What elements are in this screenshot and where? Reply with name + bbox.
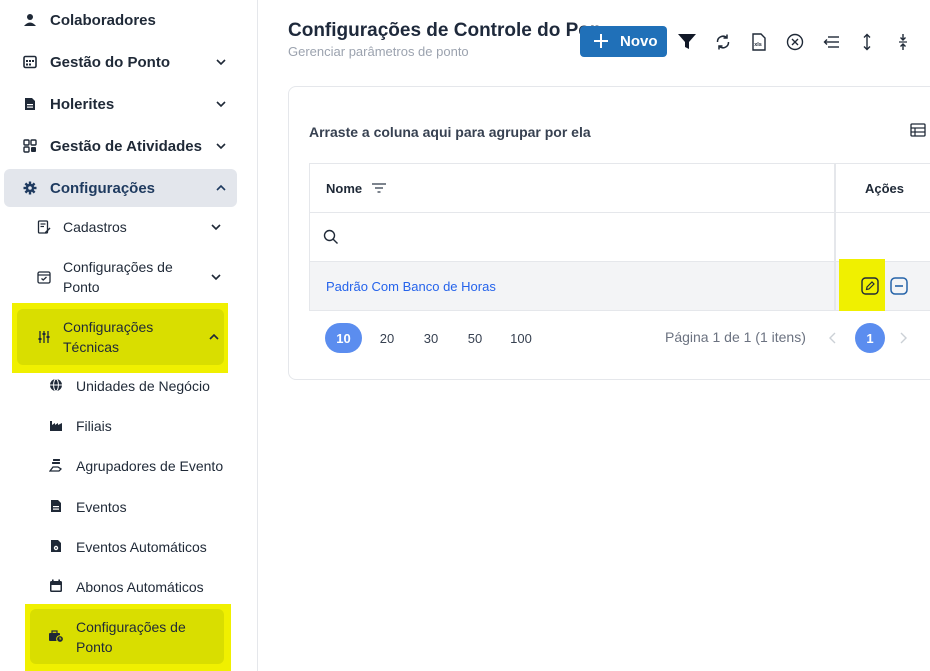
prev-page-icon[interactable] <box>818 323 848 353</box>
page-size-30[interactable]: 30 <box>416 323 446 353</box>
export-xls-icon[interactable]: xls <box>749 32 769 52</box>
nav-unidades-negocio[interactable]: Unidades de Negócio <box>30 374 226 398</box>
page-title: Configurações de Controle do Pon <box>288 20 602 41</box>
document-icon <box>22 96 38 112</box>
chevron-up-icon <box>216 184 226 191</box>
clear-circle-icon[interactable] <box>785 32 805 52</box>
plus-icon <box>594 34 608 48</box>
nav-label: Cadastros <box>63 219 127 235</box>
chevron-down-icon <box>211 224 221 231</box>
edit-document-icon <box>36 219 52 235</box>
nav-label: Gestão de Atividades <box>50 137 202 155</box>
nav-label-line2: Ponto <box>76 639 113 655</box>
nav-cadastros[interactable]: Cadastros <box>14 208 232 246</box>
globe-icon <box>48 377 64 393</box>
nav-label: Holerites <box>50 95 115 113</box>
remove-icon[interactable] <box>889 276 909 296</box>
calendar-grid-icon <box>22 54 38 70</box>
chevron-down-icon <box>211 274 221 281</box>
search-icon[interactable] <box>322 228 340 246</box>
user-icon <box>22 12 38 28</box>
nav-label: Gestão do Ponto <box>50 53 170 71</box>
page-size-20[interactable]: 20 <box>372 323 402 353</box>
page-size-100[interactable]: 100 <box>504 323 538 353</box>
expand-vertical-icon[interactable] <box>857 32 877 52</box>
nav-configuracoes-ponto[interactable]: Configurações de Ponto <box>14 253 232 301</box>
nav-abonos-automaticos[interactable]: Abonos Automáticos <box>30 575 226 599</box>
group-panel-hint: Arraste a coluna aqui para agrupar por e… <box>309 124 591 140</box>
chevron-down-icon <box>216 101 226 108</box>
gear-icon <box>22 180 38 196</box>
nav-holerites[interactable]: Holerites <box>4 85 237 123</box>
nav-label-line1: Configurações de <box>76 619 186 635</box>
new-button[interactable]: Novo <box>580 26 667 57</box>
nav-agrupadores-evento[interactable]: Agrupadores de Evento <box>30 454 226 478</box>
briefcase-clock-icon <box>48 628 64 644</box>
collapse-left-icon[interactable] <box>821 32 841 52</box>
refresh-icon[interactable] <box>713 32 733 52</box>
nav-label: Configurações <box>50 179 156 197</box>
file-gear-icon <box>48 538 64 554</box>
svg-text:xls: xls <box>754 42 762 48</box>
chevron-down-icon <box>216 143 226 150</box>
nav-label: Configurações de Ponto <box>76 617 186 657</box>
chevron-up-icon <box>209 333 219 340</box>
nav-leaf-configuracoes-ponto[interactable]: Configurações de Ponto <box>30 609 226 664</box>
column-separator <box>834 163 836 311</box>
column-header-nome[interactable]: Nome <box>326 181 362 196</box>
nav-label: Configurações de Ponto <box>63 257 173 297</box>
nav-configuracoes-tecnicas[interactable]: Configurações Técnicas <box>14 309 232 365</box>
nav-label: Configurações Técnicas <box>63 317 153 357</box>
factory-icon <box>48 417 64 433</box>
layers-hand-icon <box>48 457 64 473</box>
nav-configuracoes[interactable]: Configurações <box>4 169 237 207</box>
nav-label: Unidades de Negócio <box>76 378 210 394</box>
nav-label: Agrupadores de Evento <box>76 458 224 474</box>
nav-label-line2: Ponto <box>63 279 100 295</box>
new-button-label: Novo <box>620 33 658 50</box>
sliders-icon <box>36 329 52 345</box>
collapse-vertical-icon[interactable] <box>893 32 913 52</box>
row-divider <box>310 261 930 262</box>
next-page-icon[interactable] <box>888 323 918 353</box>
nav-eventos[interactable]: Eventos <box>30 495 226 519</box>
edit-icon[interactable] <box>860 276 880 296</box>
calendar-check-icon <box>36 269 52 285</box>
column-header-acoes: Ações <box>865 181 905 196</box>
nav-colaboradores[interactable]: Colaboradores <box>4 1 237 39</box>
column-filter-icon[interactable] <box>370 179 388 197</box>
nav-gestao-ponto[interactable]: Gestão do Ponto <box>4 43 237 81</box>
nav-gestao-atividades[interactable]: Gestão de Atividades <box>4 127 237 165</box>
page-size-50[interactable]: 50 <box>460 323 490 353</box>
pager-info: Página 1 de 1 (1 itens) <box>665 329 806 345</box>
nav-label-line1: Configurações de <box>63 259 173 275</box>
nav-filiais[interactable]: Filiais <box>30 414 226 438</box>
row-nome-link[interactable]: Padrão Com Banco de Horas <box>326 279 496 294</box>
nav-eventos-automaticos[interactable]: Eventos Automáticos <box>30 535 226 559</box>
filter-icon[interactable] <box>677 32 697 52</box>
column-chooser-icon[interactable] <box>909 121 929 141</box>
nav-label: Eventos Automáticos <box>76 539 207 555</box>
nav-label-line1: Configurações <box>63 319 154 335</box>
apps-grid-icon <box>22 138 38 154</box>
file-icon <box>48 498 64 514</box>
sidebar: Colaboradores Gestão do Ponto Holerites … <box>0 0 258 671</box>
nav-label: Eventos <box>76 499 127 515</box>
chevron-down-icon <box>216 59 226 66</box>
calendar-icon <box>48 578 64 594</box>
nav-label-line2: Técnicas <box>63 339 120 355</box>
nav-label: Filiais <box>76 418 112 434</box>
nav-label: Colaboradores <box>50 11 156 29</box>
row-divider <box>310 212 930 213</box>
page-button-1[interactable]: 1 <box>855 323 885 353</box>
nav-label: Abonos Automáticos <box>76 579 204 595</box>
page-subtitle: Gerenciar parâmetros de ponto <box>288 44 469 59</box>
row-divider <box>310 310 930 311</box>
page-size-10[interactable]: 10 <box>325 323 362 353</box>
